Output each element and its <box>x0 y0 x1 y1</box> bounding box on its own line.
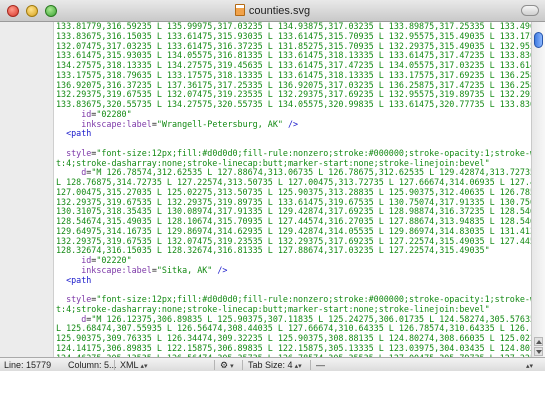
code-line[interactable]: 77 inkscape:label="Wrangell-Petersburg, … <box>56 118 531 130</box>
code-token: d <box>56 313 87 324</box>
code-token: 133.83675,316.15035 L 133.61475,315.9303… <box>56 30 531 41</box>
code-token: t:4;stroke-dasharray:none;stroke-linecap… <box>56 303 490 314</box>
syntax-mode-select[interactable]: XML ▴▾ <box>120 359 148 371</box>
scroll-up-arrow-icon[interactable] <box>534 337 543 346</box>
code-token: 133.81779,316.59235 L 135.99975,317.0323… <box>56 22 531 31</box>
window-title-wrap: counties.svg <box>0 4 545 17</box>
code-token: 132.29375,319.67535 L 132.07475,319.2353… <box>56 89 531 100</box>
code-token: 134.27575,318.13335 L 134.27575,319.4563… <box>56 60 531 70</box>
code-token: "M 126.12375,306.89835 L 125.90375,307.1… <box>91 313 531 324</box>
code-token: "02280" <box>96 108 132 119</box>
code-token: 127.00475,315.27035 L 125.02275,313.5073… <box>56 186 531 197</box>
editor-area[interactable]: -133.81779,316.59235 L 135.99975,317.032… <box>0 22 545 357</box>
gear-menu[interactable]: ⚙ ▾ <box>220 359 234 371</box>
line-value: 15779 <box>26 360 52 370</box>
code-token: 132.07475,317.03235 L 133.61475,316.3723… <box>56 40 531 51</box>
code-token: "M 126.78574,312.62535 L 127.88674,313.0… <box>91 167 531 178</box>
code-token: 136.92075,316.37235 L 137.36175,317.2533… <box>56 79 531 90</box>
code-token: /> <box>212 264 228 275</box>
code-token: 125.90375,309.76335 L 126.34474,309.3223… <box>56 333 531 343</box>
code-token: 132.29375,319.67535 L 132.29375,319.8973… <box>56 196 531 207</box>
status-separator <box>114 360 115 370</box>
line-label: Line: <box>4 360 24 370</box>
code-token: d <box>56 167 87 178</box>
status-bar: Line: 15779 Column: 5... XML ▴▾ ⚙ ▾ Tab Si… <box>0 357 545 371</box>
code-token: L 125.68474,307.55935 L 126.56474,308.44… <box>56 323 531 334</box>
code-token: 130.31075,318.35435 L 130.08974,317.9133… <box>56 206 531 217</box>
code-token: 128.32674,316.15035 L 128.32674,316.8133… <box>56 245 490 256</box>
symbol-select[interactable]: — <box>316 359 325 371</box>
code-view[interactable]: -133.81779,316.59235 L 135.99975,317.032… <box>56 22 531 357</box>
scroll-thumb[interactable] <box>534 32 543 48</box>
code-token: <path <box>56 274 92 285</box>
line-number-gutter <box>0 22 54 357</box>
symbol-select-arrows[interactable]: ▴▾ <box>524 359 533 371</box>
code-token: id <box>56 255 92 265</box>
tab-size-select[interactable]: Tab Size: 4 ▴▾ <box>248 359 302 371</box>
tab-size-value: 4 <box>287 360 293 370</box>
code-token: /> <box>282 118 299 129</box>
code-token: "font-size:12px;fill:#d0d0d0;fill-rule:n… <box>96 147 531 158</box>
code-token: 128.54674,315.49035 L 128.10674,315.7093… <box>56 216 531 226</box>
toolbar-toggle-button[interactable] <box>521 5 539 16</box>
svg-file-icon <box>234 4 245 16</box>
code-token: style <box>56 294 92 304</box>
status-separator <box>310 360 311 370</box>
scroll-down-arrow-icon[interactable] <box>534 347 543 356</box>
code-token: inkscape:label <box>56 118 152 129</box>
code-token: id <box>56 108 92 119</box>
title-bar: counties.svg <box>0 0 545 22</box>
code-token: "02220" <box>96 255 132 265</box>
status-separator <box>242 360 243 370</box>
vertical-scrollbar[interactable] <box>531 22 545 357</box>
code-token: "Wrangell-Petersburg, AK" <box>156 118 283 129</box>
code-token: 129.64975,314.16735 L 129.86974,314.6293… <box>56 225 531 236</box>
code-token: "Sitka, AK" <box>156 264 213 275</box>
line-indicator: Line: 15779 <box>4 359 51 371</box>
code-token: 133.61475,315.93035 L 134.05575,316.8133… <box>56 50 531 61</box>
code-line[interactable]: 82 inkscape:label="Sitka, AK" /> <box>56 264 531 276</box>
column-indicator: Column: 5... <box>68 359 117 371</box>
status-separator <box>214 360 215 370</box>
code-token: 132.29375,319.67535 L 132.07475,319.2353… <box>56 235 531 246</box>
symbol-value: — <box>316 360 325 370</box>
column-label: Column: <box>68 360 102 370</box>
code-token: style <box>56 147 92 158</box>
code-token: <path <box>56 128 92 139</box>
code-token: 124.14175,306.89835 L 122.15875,306.8983… <box>56 342 531 353</box>
editor-window: counties.svg -133.81779,316.59235 L 135.… <box>0 0 545 404</box>
tab-size-label: Tab Size: <box>248 360 286 370</box>
syntax-mode-value: XML <box>120 360 139 370</box>
code-token: 133.83675,320.55735 L 134.27575,320.5573… <box>56 99 531 109</box>
code-token: inkscape:label <box>56 264 152 275</box>
window-backdrop <box>0 371 545 404</box>
code-line[interactable]: 83 <path <box>56 274 531 286</box>
gear-icon: ⚙ <box>220 360 229 370</box>
code-token: "font-size:12px;fill:#d0d0d0;fill-rule:n… <box>96 294 531 304</box>
window-title: counties.svg <box>248 5 311 17</box>
code-token: t:4;stroke-dasharray:none;stroke-linecap… <box>56 157 490 168</box>
code-token: 133.17575,318.79635 L 133.17575,318.1333… <box>56 69 531 80</box>
code-token: L 128.76875,314.72735 L 127.22574,313.50… <box>56 177 531 187</box>
code-line[interactable]: 78 <path <box>56 128 531 139</box>
